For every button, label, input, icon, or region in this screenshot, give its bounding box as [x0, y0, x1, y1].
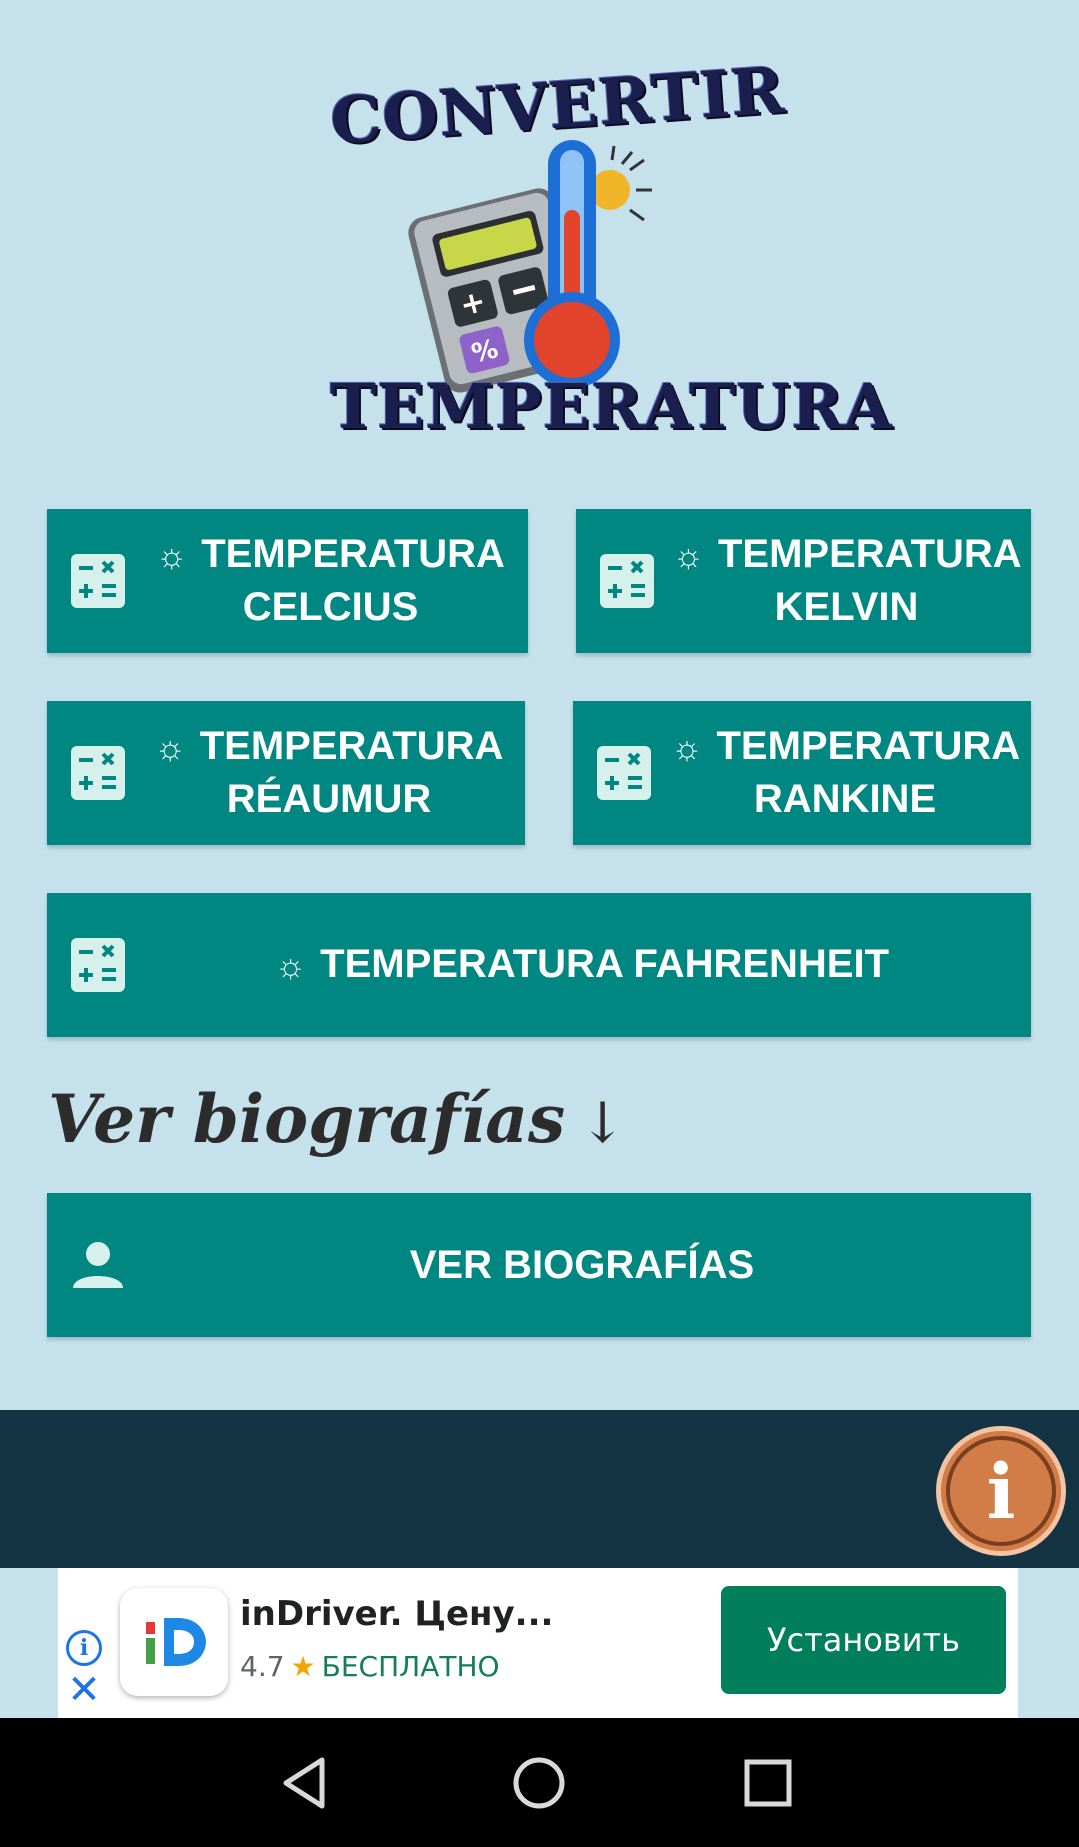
indriver-app-icon [120, 1588, 228, 1696]
calculator-icon [600, 554, 654, 608]
arrow-down-icon: ↓ [579, 1091, 627, 1156]
ad-info-icon[interactable]: i [66, 1630, 102, 1666]
fahrenheit-button-label: ☼ TEMPERATURA FAHRENHEIT [274, 941, 890, 986]
celcius-button-label: ☼ TEMPERATURA CELCIUS [156, 532, 505, 629]
back-icon[interactable] [272, 1748, 342, 1818]
calculator-icon [71, 938, 125, 992]
star-icon: ★ [290, 1650, 316, 1683]
install-button[interactable]: Установить [721, 1586, 1006, 1694]
sun-icon: ☼ [154, 729, 186, 767]
logo-title-bottom: TEMPERATURA [330, 370, 893, 443]
calculator-thermometer-icon: + % [408, 140, 652, 393]
ad-title: inDriver. Цену... [240, 1594, 554, 1634]
kelvin-button-label: ☼ TEMPERATURA KELVIN [672, 532, 1022, 629]
calculator-icon [71, 554, 125, 608]
app-logo: CONVERTIR + % TEMPERATURA [328, 40, 893, 443]
ad-banner[interactable]: i ✕ inDriver. Цену... 4.7 ★ БЕСПЛАТНО Уста… [58, 1568, 1018, 1718]
home-icon[interactable] [504, 1748, 574, 1818]
footer-band [0, 1410, 1079, 1568]
fahrenheit-button[interactable]: ☼ TEMPERATURA FAHRENHEIT [47, 893, 1031, 1037]
reaumur-button-label: ☼ TEMPERATURA RÉAUMUR [154, 724, 504, 821]
biographies-heading: Ver biografías ↓ [48, 1080, 627, 1158]
celcius-button[interactable]: ☼ TEMPERATURA CELCIUS [47, 509, 528, 653]
system-navigation-bar [0, 1718, 1079, 1847]
kelvin-button[interactable]: ☼ TEMPERATURA KELVIN [576, 509, 1031, 653]
ad-rating-line: 4.7 ★ БЕСПЛАТНО [240, 1650, 500, 1683]
calculator-icon [71, 746, 125, 800]
info-button[interactable]: i [936, 1426, 1066, 1556]
biographies-button[interactable]: VER BIOGRAFÍAS [47, 1193, 1031, 1337]
reaumur-button[interactable]: ☼ TEMPERATURA RÉAUMUR [47, 701, 525, 845]
ad-close-icon[interactable]: ✕ [66, 1670, 102, 1710]
sun-icon: ☼ [671, 729, 703, 767]
biographies-button-label: VER BIOGRAFÍAS [409, 1242, 755, 1287]
recents-icon[interactable] [733, 1748, 803, 1818]
rankine-button-label: ☼ TEMPERATURA RANKINE [671, 724, 1021, 821]
sun-icon: ☼ [156, 537, 188, 575]
calculator-icon [597, 746, 651, 800]
sun-icon: ☼ [274, 946, 307, 985]
rankine-button[interactable]: ☼ TEMPERATURA RANKINE [573, 701, 1031, 845]
person-icon [73, 1242, 123, 1288]
sun-icon: ☼ [672, 537, 704, 575]
